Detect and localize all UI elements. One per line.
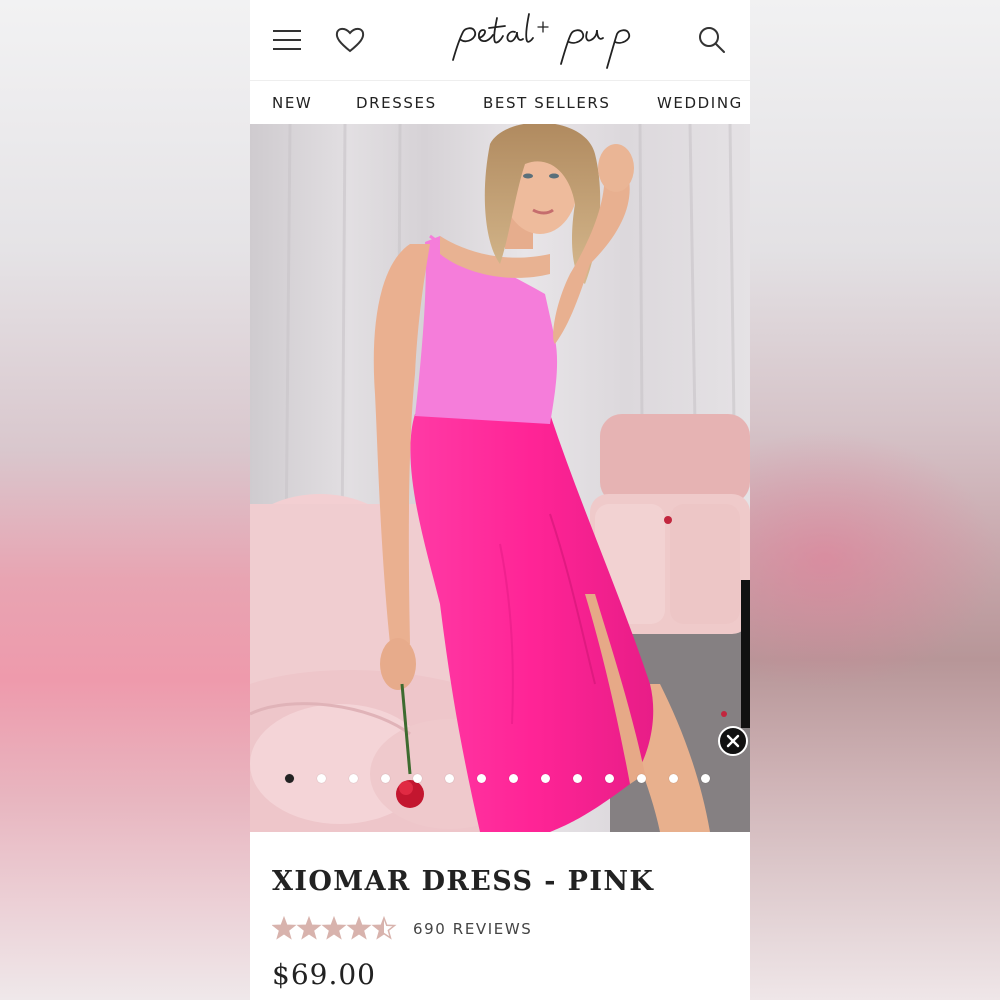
- gallery-dot[interactable]: [349, 774, 358, 783]
- star-icon: [296, 916, 322, 940]
- gallery-dot[interactable]: [637, 774, 646, 783]
- blurred-backdrop-left: [0, 0, 250, 1000]
- mobile-product-page: NEW DRESSES BEST SELLERS WEDDING XIOMAR …: [250, 0, 750, 1000]
- gallery-dot[interactable]: [573, 774, 582, 783]
- product-price: $69.00: [272, 958, 376, 991]
- category-nav: NEW DRESSES BEST SELLERS WEDDING: [250, 80, 750, 124]
- nav-item-wedding[interactable]: WEDDING: [657, 94, 743, 112]
- top-bar: [250, 0, 750, 80]
- gallery-dot[interactable]: [445, 774, 454, 783]
- nav-item-best-sellers[interactable]: BEST SELLERS: [483, 94, 611, 112]
- search-icon[interactable]: [694, 22, 730, 58]
- blurred-backdrop-right: [750, 0, 1000, 1000]
- rating-stars: [272, 916, 397, 940]
- product-title: XIOMAR DRESS - PINK: [272, 866, 655, 897]
- star-icon: [346, 916, 372, 940]
- gallery-dot[interactable]: [477, 774, 486, 783]
- gallery-dot[interactable]: [701, 774, 710, 783]
- gallery-dot[interactable]: [317, 774, 326, 783]
- side-tab[interactable]: [741, 580, 750, 728]
- gallery-pagination: [250, 774, 750, 786]
- star-icon: [272, 916, 297, 940]
- gallery-dot[interactable]: [381, 774, 390, 783]
- gallery-dot[interactable]: [541, 774, 550, 783]
- hamburger-menu-icon[interactable]: [270, 22, 306, 58]
- product-photo: [250, 124, 750, 832]
- nav-item-new[interactable]: NEW: [272, 94, 312, 112]
- gallery-dot[interactable]: [285, 774, 294, 783]
- star-icon: [321, 916, 347, 940]
- nav-item-dresses[interactable]: DRESSES: [356, 94, 437, 112]
- brand-logo[interactable]: [445, 8, 645, 72]
- heart-icon[interactable]: [332, 22, 368, 58]
- gallery-dot[interactable]: [605, 774, 614, 783]
- close-icon[interactable]: [718, 726, 748, 756]
- product-image-gallery[interactable]: [250, 124, 750, 832]
- gallery-dot[interactable]: [669, 774, 678, 783]
- gallery-dot[interactable]: [413, 774, 422, 783]
- reviews-link[interactable]: 690 REVIEWS: [413, 920, 532, 938]
- gallery-dot[interactable]: [509, 774, 518, 783]
